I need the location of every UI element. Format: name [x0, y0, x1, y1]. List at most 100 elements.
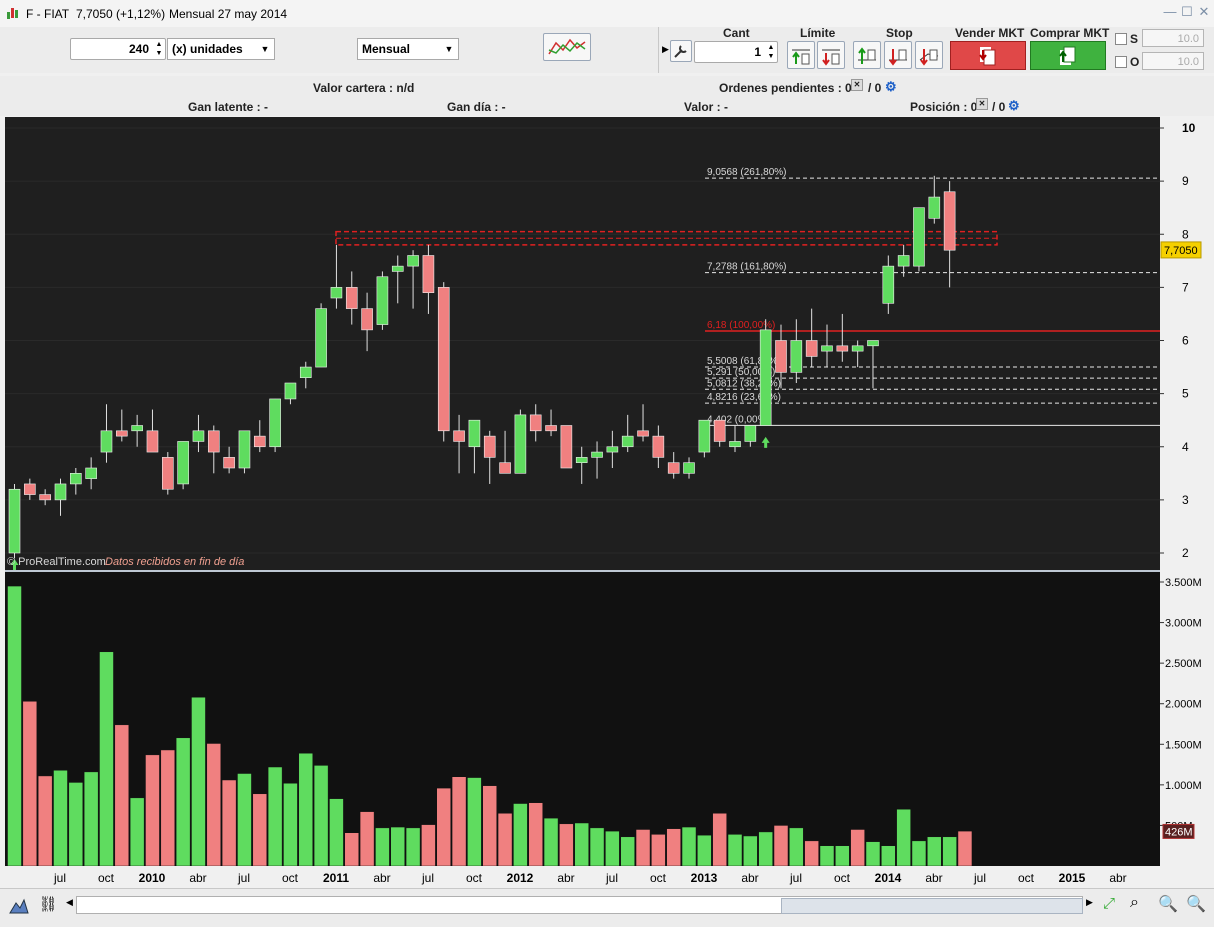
candle-body: [667, 462, 680, 474]
settings-wrench-button[interactable]: [670, 40, 692, 62]
volume-bar: [497, 813, 513, 867]
stop-buy-button[interactable]: [853, 41, 881, 69]
volume-bar: [681, 826, 697, 867]
scrollbar-thumb[interactable]: [781, 898, 1083, 914]
quantity-spinner-icon[interactable]: ▲ ▼: [155, 40, 163, 58]
volume-bar: [927, 836, 942, 867]
price-tick-label: 5: [1182, 387, 1189, 401]
candle-body: [407, 255, 419, 267]
o-value-field[interactable]: 10.0: [1142, 52, 1204, 70]
candle-body: [223, 457, 235, 469]
price-chart-panel[interactable]: 9,0568 (261,80%) 7,2788 (161,80%) 6,18 (10…: [5, 117, 1160, 570]
time-axis-label: oct: [282, 871, 299, 885]
volume-chart: [7, 585, 973, 867]
volume-bar: [712, 813, 727, 867]
volume-bar: [22, 701, 38, 867]
chart-style-button[interactable]: [543, 33, 591, 61]
candle-body: [24, 483, 36, 495]
zoom-fit-icon[interactable]: ⌕: [1130, 894, 1139, 912]
candle-body: [345, 287, 358, 309]
time-axis: jul oct 2010 abr jul oct 2011 abr jul oct 2012 abr j…: [5, 866, 1160, 888]
s-checkbox[interactable]: [1115, 33, 1127, 45]
gan-dia: Gan día : -: [447, 100, 506, 114]
close-icon[interactable]: ✕: [1196, 4, 1212, 20]
stop-sell-icon: [889, 49, 907, 66]
unit-select[interactable]: (x) unidades ▼: [167, 38, 275, 60]
scroll-right-icon[interactable]: ▶: [1086, 897, 1093, 908]
candle-body: [192, 430, 205, 442]
volume-bar: [329, 798, 344, 867]
cant-spinner-icon[interactable]: ▲ ▼: [767, 43, 775, 61]
volume-bar: [145, 754, 160, 867]
zoom-in-icon[interactable]: 🔍: [1186, 894, 1206, 914]
minimize-icon[interactable]: —: [1162, 4, 1178, 20]
quantity-value: 240: [128, 42, 149, 56]
close-small-icon[interactable]: ✕: [976, 98, 988, 110]
close-small-icon[interactable]: ✕: [851, 79, 863, 91]
volume-bar: [697, 834, 712, 867]
gears-icon[interactable]: ⚙: [1008, 98, 1020, 114]
timeline-scrollbar[interactable]: marjunjulagosepoctnovdic2014febmarabrmay…: [76, 896, 1083, 927]
gan-latente: Gan latente : -: [188, 100, 269, 114]
expand-arrow-icon[interactable]: ▶: [662, 44, 669, 55]
limit-sell-button[interactable]: [817, 41, 845, 69]
scroll-left-icon[interactable]: ◀: [66, 897, 73, 908]
time-axis-label: 2013: [691, 871, 718, 885]
candle-body: [867, 340, 879, 347]
volume-bar: [835, 845, 850, 867]
buy-mkt-button[interactable]: [1030, 41, 1106, 70]
cant-input[interactable]: 1 ▲ ▼: [694, 41, 778, 63]
candle-body: [637, 430, 649, 437]
candle-body: [775, 340, 787, 373]
valor-cartera: Valor cartera : n/d: [313, 81, 415, 95]
sell-arrow-icon: [979, 47, 996, 66]
chevron-down-icon: ▼: [260, 44, 270, 54]
volume-bar: [743, 835, 758, 867]
stop-sell-button[interactable]: [884, 41, 912, 69]
watermark: © ProRealTime.com: [7, 556, 106, 568]
candle-body: [70, 473, 82, 485]
o-label: O: [1130, 55, 1140, 69]
quantity-input[interactable]: 240 ▲ ▼: [70, 38, 166, 60]
volume-bar: [114, 724, 130, 867]
trailing-stop-icon: [919, 49, 939, 66]
volume-bar: [191, 696, 206, 867]
link-chain-icon[interactable]: ⛓: [38, 895, 58, 915]
price-tick-label: 9: [1182, 174, 1189, 188]
time-axis-label: abr: [557, 871, 574, 885]
gears-icon[interactable]: ⚙: [885, 79, 897, 95]
period-select-value: Mensual: [362, 42, 411, 56]
volume-bar: [620, 836, 635, 867]
chevron-down-icon: ▼: [444, 44, 454, 54]
volume-bar: [390, 826, 405, 867]
candle-body: [652, 435, 665, 458]
price-tick-label: 3: [1182, 493, 1189, 507]
limit-buy-button[interactable]: [787, 41, 815, 69]
fib-level-label: 7,2788 (161,80%): [707, 262, 787, 273]
candle-body: [299, 366, 312, 378]
unit-select-value: (x) unidades: [172, 42, 243, 56]
s-value-field[interactable]: 10.0: [1142, 29, 1204, 47]
auto-scale-icon[interactable]: ⤢: [1103, 895, 1115, 912]
o-checkbox[interactable]: [1115, 56, 1127, 68]
sell-mkt-button[interactable]: [950, 41, 1026, 70]
title-bar: F - FIAT 7,7050 (+1,12%) Mensual 27 may …: [0, 0, 1214, 28]
volume-chart-panel[interactable]: [5, 572, 1160, 867]
trailing-stop-button[interactable]: [915, 41, 943, 69]
volume-bar: [175, 737, 191, 867]
mountain-chart-icon[interactable]: [9, 895, 29, 915]
candle-body: [882, 265, 895, 304]
volume-tick-label: 2.500M: [1165, 658, 1202, 670]
candle-body: [514, 414, 527, 474]
period-select[interactable]: Mensual ▼: [357, 38, 459, 60]
volume-bar: [298, 752, 314, 867]
zoom-out-icon[interactable]: 🔍: [1158, 894, 1178, 914]
candle-body: [499, 462, 511, 474]
price-axis: 10 9 8 7 6 5 4 3 2 7,7050: [1160, 117, 1214, 570]
stop-buy-icon: [858, 47, 876, 64]
maximize-icon[interactable]: ☐: [1179, 4, 1195, 20]
volume-bar: [957, 830, 973, 867]
buy-mkt-label: Comprar MKT: [1030, 26, 1110, 40]
chart-app-icon: [7, 8, 18, 19]
buy-signal-arrow-icon: [761, 436, 770, 448]
